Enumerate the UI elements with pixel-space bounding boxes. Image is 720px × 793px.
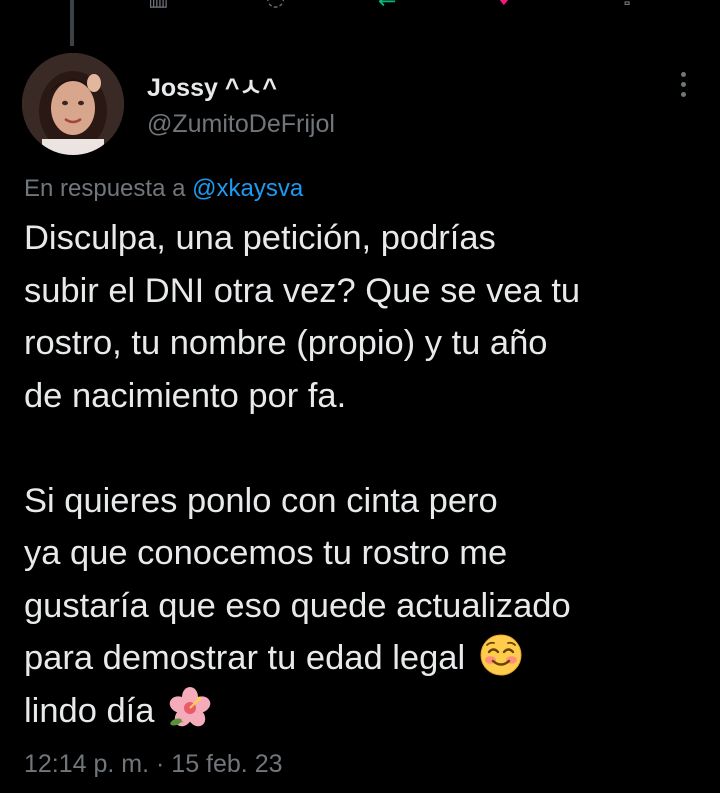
retweet-action[interactable]: ⇄ (378, 0, 396, 10)
tweet-text: Disculpa, una petición, podrías subir el… (24, 212, 704, 737)
avatar[interactable] (22, 53, 124, 155)
tweet-text-line: Si quieres ponlo con cinta pero (24, 481, 498, 520)
more-vertical-icon-dot (680, 91, 686, 97)
views-action[interactable]: ▥ (148, 0, 169, 10)
heart-icon: ♥ (494, 0, 514, 10)
tweet-text-line: ya que conocemos tu rostro me (24, 534, 508, 572)
tweet-text-line: subir el DNI otra vez? Que se vea tu (24, 271, 581, 310)
previous-tweet-action-bar: ▥ ◌ ⇄ ♥ ⇪ (0, 0, 720, 10)
thread-connector-line (70, 0, 74, 46)
avatar-image (22, 53, 124, 155)
tweet-text-line: gustaría que eso quede actualizado (24, 586, 571, 625)
more-vertical-icon-dot (680, 81, 686, 87)
hibiscus-icon (169, 686, 211, 726)
more-vertical-icon (680, 71, 686, 77)
tweet-text-segment: para demostrar tu edad legal (24, 639, 466, 677)
tweet-text-line: rostro, tu nombre (propio) y tu año (24, 324, 548, 362)
share-action[interactable]: ⇪ (618, 0, 636, 10)
more-options-button[interactable] (668, 64, 698, 104)
tweet-text-line-with-emoji: para demostrar tu edad legal (24, 632, 704, 685)
like-action[interactable]: ♥ (494, 0, 514, 10)
reply-context-prefix: En respuesta a (24, 175, 193, 202)
tweet-timestamp[interactable]: 12:14 p. m. · 15 feb. 23 (24, 750, 283, 779)
tweet-text-line: de nacimiento por fa. (24, 376, 347, 415)
smiling-face-with-smiling-eyes-icon (480, 634, 522, 676)
reply-context: En respuesta a @xkaysva (24, 175, 303, 203)
share-icon: ⇪ (618, 0, 636, 10)
reply-icon: ◌ (266, 0, 285, 10)
tweet-text-segment: lindo día (24, 691, 155, 730)
user-handle[interactable]: @ZumitoDeFrijol (147, 110, 335, 139)
reply-action[interactable]: ◌ (266, 0, 285, 10)
retweet-icon: ⇄ (378, 0, 396, 10)
reply-mention-link[interactable]: @xkaysva (192, 175, 303, 202)
display-name[interactable]: Jossy ^ㅅ^ (147, 68, 277, 104)
views-icon: ▥ (148, 0, 169, 10)
tweet-text-line: Disculpa, una petición, podrías (24, 219, 496, 257)
tweet-text-line-with-emoji: lindo día (24, 685, 704, 738)
